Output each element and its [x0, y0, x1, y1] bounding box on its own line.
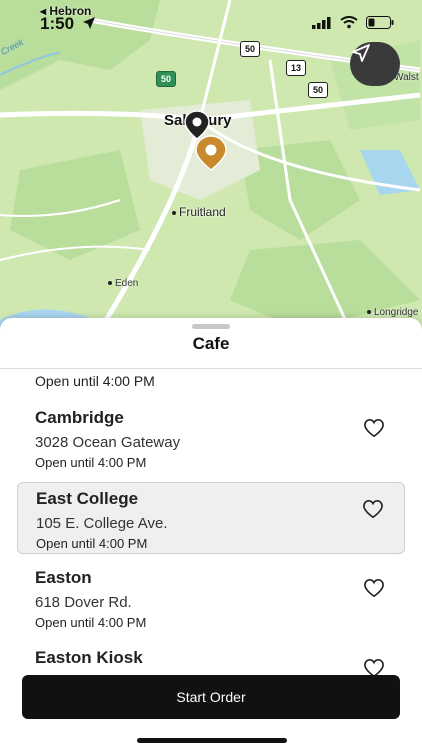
location-name: East College: [36, 489, 139, 508]
home-indicator[interactable]: [137, 738, 287, 743]
route-shield-13: 13: [286, 60, 306, 76]
town-dot: [172, 210, 176, 215]
map-label-eden-text: Eden: [115, 278, 139, 289]
location-address: 3028 Ocean Gateway: [35, 434, 181, 451]
location-name: Cambridge: [35, 408, 124, 427]
map-view[interactable]: Creek Walst Salisbury Fruitland Eden Lon…: [0, 0, 422, 340]
status-indicators: [312, 16, 394, 29]
selected-map-pin-icon[interactable]: [195, 135, 227, 171]
town-dot: [108, 281, 112, 286]
map-label-longridge-text: Longridge: [374, 307, 419, 318]
location-item-east-college[interactable]: East College 105 E. College Ave. Open un…: [17, 482, 405, 554]
location-hours: Open until 4:00 PM: [35, 615, 147, 630]
cellular-signal-icon: [312, 16, 331, 29]
partial-item-hours: Open until 4:00 PM: [35, 373, 155, 389]
status-bar: ◂ Hebron 1:50: [0, 0, 422, 40]
favorite-heart-icon[interactable]: [363, 578, 385, 598]
location-list[interactable]: Open until 4:00 PM Cambridge 3028 Ocean …: [0, 369, 422, 699]
location-services-icon: [83, 17, 95, 29]
route-shield-50-east: 50: [308, 82, 328, 98]
location-address: 105 E. College Ave.: [36, 515, 168, 532]
location-hours: Open until 4:00 PM: [36, 536, 148, 551]
location-hours: Open until 4:00 PM: [35, 455, 147, 470]
route-shield-50-green: 50: [156, 71, 176, 87]
battery-icon: [366, 16, 394, 29]
route-shield-50: 50: [240, 41, 260, 57]
navigation-arrow-icon: [352, 44, 370, 62]
wifi-icon: [340, 16, 358, 29]
favorite-heart-icon[interactable]: [363, 418, 385, 438]
screen: Creek Walst Salisbury Fruitland Eden Lon…: [0, 0, 422, 750]
location-item-cambridge[interactable]: Cambridge 3028 Ocean Gateway Open until …: [17, 402, 405, 474]
map-label-eden[interactable]: Eden: [108, 278, 138, 289]
recenter-location-button[interactable]: [350, 42, 400, 86]
map-label-fruitland-text: Fruitland: [179, 205, 226, 219]
map-label-fruitland[interactable]: Fruitland: [172, 205, 226, 219]
status-time: 1:50: [40, 14, 75, 33]
town-dot: [367, 310, 371, 315]
map-label-longridge[interactable]: Longridge: [367, 307, 418, 318]
start-order-button[interactable]: Start Order: [22, 675, 400, 719]
favorite-heart-icon[interactable]: [362, 499, 384, 519]
sheet-title: Cafe: [192, 334, 230, 353]
location-item-easton[interactable]: Easton 618 Dover Rd. Open until 4:00 PM: [17, 562, 405, 634]
location-name: Easton Kiosk: [35, 648, 143, 667]
location-address: 618 Dover Rd.: [35, 594, 132, 611]
location-name: Easton: [35, 568, 92, 587]
sheet-grabber[interactable]: [192, 324, 230, 329]
